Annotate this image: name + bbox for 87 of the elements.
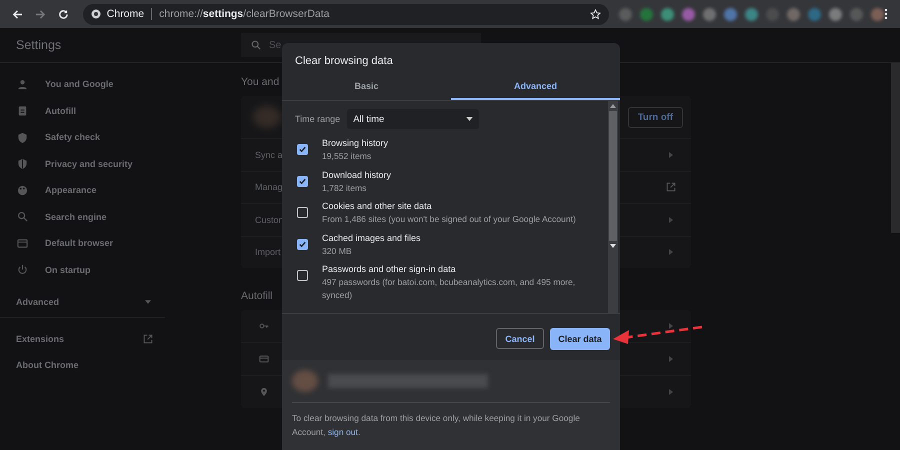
checkbox[interactable] xyxy=(297,144,308,155)
scrollbar[interactable] xyxy=(608,101,618,313)
site-label: Chrome xyxy=(106,8,144,20)
sidebar-item[interactable]: Search engine xyxy=(45,212,107,222)
checkbox[interactable] xyxy=(297,238,308,250)
dialog-title: Clear browsing data xyxy=(294,54,394,69)
settings-row-label[interactable]: Import xyxy=(255,247,281,258)
shield-icon xyxy=(17,132,28,143)
sidebar-item[interactable]: Privacy and security xyxy=(45,158,133,169)
address-bar[interactable]: Chrome chrome://settings/clearBrowserData xyxy=(82,4,610,24)
url-text: chrome://settings/clearBrowserData xyxy=(159,8,331,20)
forward-icon[interactable] xyxy=(34,8,46,20)
extension-icon[interactable] xyxy=(808,8,822,20)
option-title: Passwords and other sign-in data xyxy=(322,263,457,276)
extension-icon[interactable] xyxy=(724,8,738,20)
back-icon[interactable] xyxy=(12,8,23,20)
arrow-icon xyxy=(669,152,673,158)
sidebar-link[interactable]: About Chrome xyxy=(16,360,78,370)
blurred-account-placeholder xyxy=(292,370,318,392)
option-title: Cookies and other site data xyxy=(322,200,433,213)
option-title: Download history xyxy=(322,168,392,182)
extension-icon[interactable] xyxy=(850,8,864,20)
search-icon xyxy=(17,211,28,222)
palette-icon xyxy=(17,184,28,196)
time-range-dropdown[interactable]: All time xyxy=(347,109,480,129)
chrome-logo-icon xyxy=(90,9,101,19)
scroll-up-icon[interactable] xyxy=(610,104,616,108)
option-title: Cached images and files xyxy=(322,232,421,244)
extension-icon[interactable] xyxy=(703,8,716,20)
option-title: Browsing history xyxy=(322,137,388,150)
option-detail: 497 passwords (for batoi.com, bcubeanalytics.com, and 495 more, synced) xyxy=(322,276,576,302)
power-icon xyxy=(17,264,28,276)
extension-icon[interactable] xyxy=(619,8,632,20)
cancel-button[interactable]: Cancel xyxy=(496,328,544,349)
settings-title: Settings xyxy=(16,38,62,52)
lock-shield-icon xyxy=(17,158,28,170)
arrow-icon xyxy=(669,356,673,362)
external-link-icon xyxy=(666,182,676,192)
caret-icon xyxy=(466,117,474,121)
scroll-down-icon[interactable] xyxy=(610,244,616,248)
extension-icon[interactable] xyxy=(787,8,800,20)
section-heading: Autofill xyxy=(241,289,273,304)
settings-row-label[interactable]: Sync a xyxy=(255,150,283,160)
extension-icon[interactable] xyxy=(745,8,758,20)
tab[interactable]: Advanced xyxy=(451,73,620,100)
person-icon xyxy=(17,78,28,90)
sidebar-item[interactable]: On startup xyxy=(45,264,91,275)
clear-data-button[interactable]: Clear data xyxy=(550,328,610,350)
settings-row-label[interactable]: Manag xyxy=(255,182,283,192)
extension-icon[interactable] xyxy=(640,8,654,20)
sign-out-link[interactable]: sign out xyxy=(328,427,358,437)
arrow-icon xyxy=(669,323,673,329)
checkbox[interactable] xyxy=(297,176,308,186)
pin-icon xyxy=(259,387,269,397)
tab[interactable]: Basic xyxy=(282,73,451,100)
time-range-label: Time range xyxy=(295,114,340,124)
browser-icon xyxy=(17,238,28,249)
card-icon xyxy=(259,354,269,364)
search-icon xyxy=(251,40,261,50)
checkbox[interactable] xyxy=(297,207,308,218)
footer-note: To clear browsing data from this device only, while keeping it in your Google Account, sign out. xyxy=(292,412,581,439)
arrow-icon xyxy=(669,249,673,256)
key-icon xyxy=(259,321,269,331)
clipboard-icon xyxy=(17,105,28,116)
option-detail: 19,552 items xyxy=(322,150,372,163)
sidebar-item[interactable]: Autofill xyxy=(45,106,76,116)
sidebar-item[interactable]: Appearance xyxy=(45,185,97,196)
star-icon[interactable] xyxy=(590,8,602,20)
checkbox[interactable] xyxy=(297,270,308,281)
option-detail: From 1,486 sites (you won't be signed out of your Google Account) xyxy=(322,213,576,226)
sidebar-item[interactable]: Safety check xyxy=(45,132,100,142)
sidebar-item[interactable]: Default browser xyxy=(45,238,114,248)
advanced-section[interactable]: Advanced xyxy=(16,297,60,307)
extension-icon[interactable] xyxy=(661,8,674,20)
extension-icon[interactable] xyxy=(682,8,696,20)
sidebar-link[interactable]: Extensions xyxy=(16,334,64,344)
option-detail: 320 MB xyxy=(322,244,353,258)
arrow-icon xyxy=(669,389,673,395)
extension-icon[interactable] xyxy=(829,8,842,20)
scrollbar[interactable] xyxy=(891,63,900,233)
menu-icon[interactable] xyxy=(884,8,888,20)
section-heading: You and xyxy=(241,75,280,90)
reload-icon[interactable] xyxy=(58,8,69,20)
arrow-icon xyxy=(669,216,673,223)
option-detail: 1,782 items xyxy=(322,182,368,194)
sidebar-item[interactable]: You and Google xyxy=(45,79,114,90)
turn-off-button[interactable]: Turn off xyxy=(628,106,683,128)
